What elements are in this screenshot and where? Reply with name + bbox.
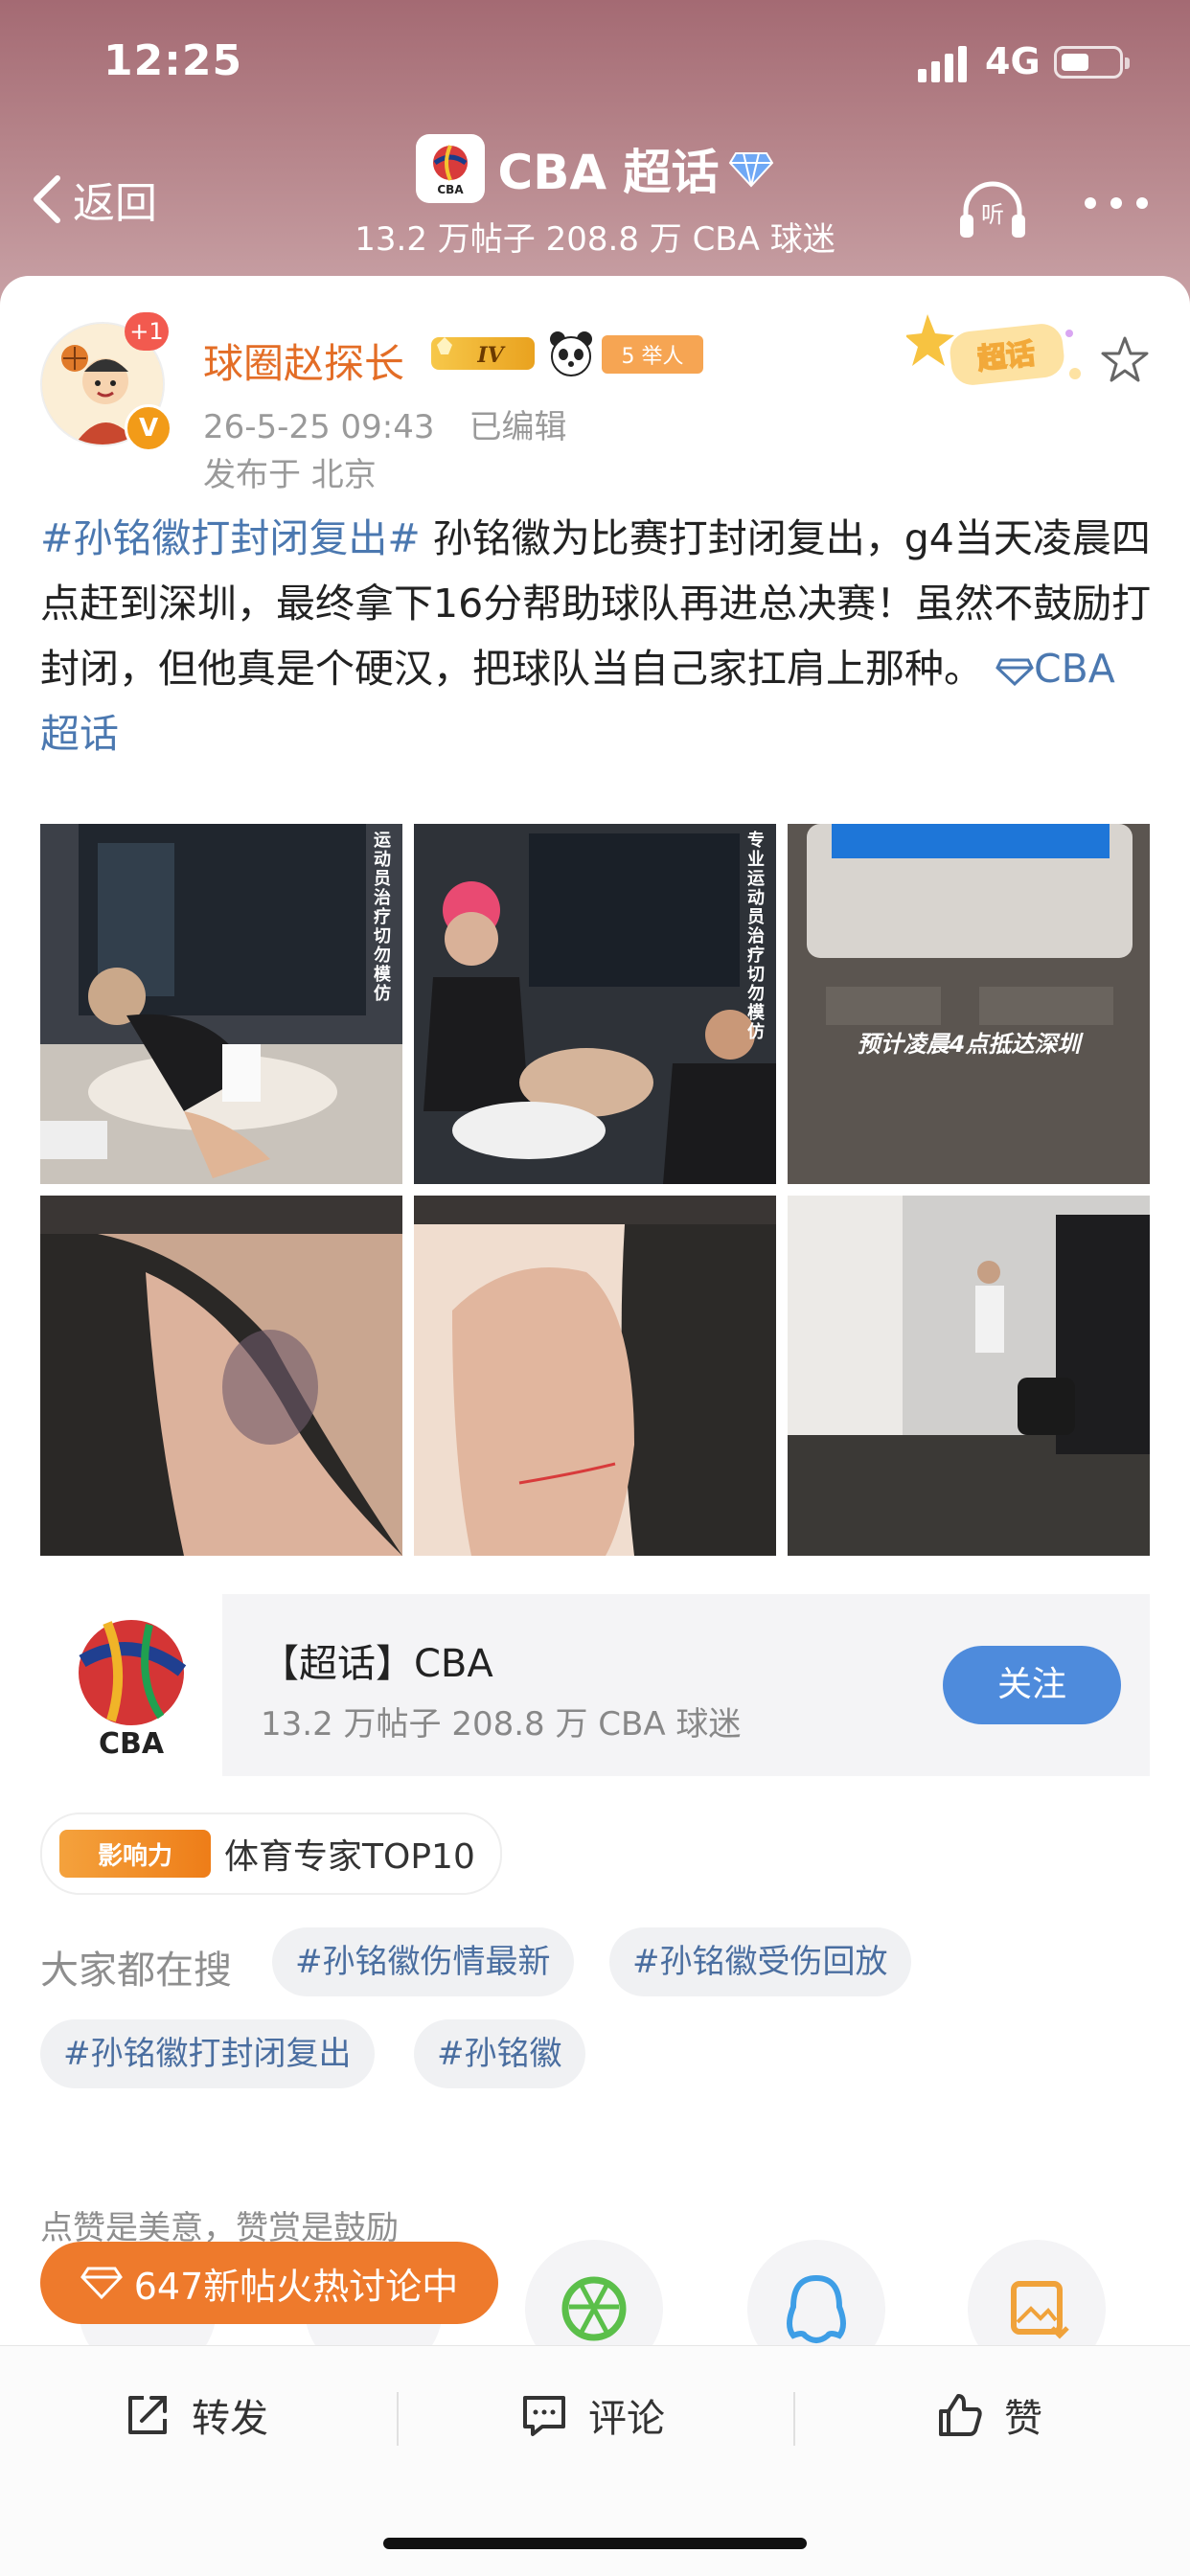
panda-icon bbox=[550, 331, 592, 376]
page-title: CBA 超话 bbox=[497, 145, 720, 200]
level-badge: IV bbox=[431, 337, 535, 370]
post-body: #孙铭徽打封闭复出# 孙铭徽为比赛打封闭复出，g4当天凌晨四点赶到深圳，最终拿下… bbox=[40, 506, 1152, 766]
photo-2[interactable]: 专业运动员治疗 切勿模仿 bbox=[414, 824, 776, 1184]
follow-button[interactable]: 关注 bbox=[943, 1646, 1121, 1724]
network-type: 4G bbox=[985, 40, 1041, 82]
username[interactable]: 球圈赵探长 bbox=[203, 331, 404, 390]
verified-badge: V bbox=[125, 404, 172, 452]
cba-logo: CBA bbox=[415, 134, 485, 203]
status-bar: 12:25 4G bbox=[0, 0, 1190, 125]
topic-stats: 13.2 万帖子 208.8 万 CBA 球迷 bbox=[261, 1705, 742, 1744]
battery-icon bbox=[1054, 46, 1130, 79]
favorite-star-icon[interactable] bbox=[1100, 335, 1150, 383]
status-time: 12:25 bbox=[103, 36, 243, 85]
svg-text:CBA: CBA bbox=[99, 1727, 165, 1757]
trending-search-label: 大家都在搜 bbox=[40, 1949, 232, 1993]
diamond-icon bbox=[80, 2267, 123, 2300]
topic-cba-logo: CBA bbox=[40, 1594, 222, 1776]
post-location: 发布于 北京 bbox=[203, 456, 377, 494]
photo-4[interactable] bbox=[40, 1196, 402, 1556]
hot-discussion-label: 647新帖火热讨论中 bbox=[133, 2265, 459, 2308]
comment-label: 评论 bbox=[588, 2397, 665, 2441]
search-chip[interactable]: #孙铭徽受伤回放 bbox=[609, 1927, 911, 1996]
signal-icon bbox=[918, 46, 967, 82]
hashtag-link[interactable]: #孙铭徽打封闭复出# bbox=[40, 515, 421, 561]
photo-1[interactable]: 运动员治疗 切勿模仿 bbox=[40, 824, 402, 1184]
topic-title: 【超话】CBA bbox=[261, 1642, 493, 1686]
listen-headphones-icon[interactable]: 听 bbox=[956, 174, 1029, 247]
svg-text:CBA: CBA bbox=[437, 183, 464, 195]
diamond-icon bbox=[995, 658, 1034, 687]
divider bbox=[793, 2392, 795, 2446]
edited-label: 已编辑 bbox=[469, 408, 567, 446]
like-label: 赞 bbox=[1004, 2397, 1042, 2441]
post-timestamp: 26-5-25 09:43 bbox=[203, 408, 435, 446]
photo-6[interactable] bbox=[788, 1196, 1150, 1556]
photo-3[interactable]: 预计凌晨4点抵达深圳 bbox=[788, 824, 1150, 1184]
search-chip[interactable]: #孙铭徽伤情最新 bbox=[272, 1927, 574, 1996]
hot-discussion-pill[interactable]: 647新帖火热讨论中 bbox=[40, 2242, 498, 2324]
influence-badge[interactable]: 影响力 体育专家TOP10 bbox=[40, 1812, 502, 1895]
post-meta: 26-5-25 09:43 已编辑 bbox=[203, 400, 567, 447]
photo-caption: 预计凌晨4点抵达深圳 bbox=[857, 1031, 1081, 1058]
photo-overlay-text: 专业运动员治疗 切勿模仿 bbox=[747, 831, 765, 1042]
more-options-icon[interactable] bbox=[1083, 194, 1150, 213]
bottom-action-bar: 转发 评论 赞 bbox=[0, 2345, 1190, 2576]
influence-rank: 体育专家TOP10 bbox=[224, 1837, 475, 1877]
repost-label: 转发 bbox=[192, 2397, 268, 2441]
rank-badge: 5 举人 bbox=[602, 335, 703, 374]
diamond-icon bbox=[729, 152, 774, 188]
comment-icon bbox=[523, 2396, 565, 2436]
like-button[interactable]: 赞 bbox=[935, 2381, 1042, 2450]
repost-button[interactable]: 转发 bbox=[123, 2381, 268, 2450]
search-chip[interactable]: #孙铭徽 bbox=[414, 2019, 585, 2088]
topic-card[interactable]: CBA 【超话】CBA 13.2 万帖子 208.8 万 CBA 球迷 关注 bbox=[40, 1594, 1150, 1776]
nav-bar: 返回 CBA CBA 超话 13.2 万帖子 208.8 万 CBA 球迷 听 bbox=[0, 125, 1190, 268]
post-card: +1 V 球圈赵探长 IV 5 举人 26-5-25 09:43 已编辑 发布于 … bbox=[0, 276, 1190, 2378]
search-chip[interactable]: #孙铭徽打封闭复出 bbox=[40, 2019, 375, 2088]
photo-overlay-text: 运动员治疗 切勿模仿 bbox=[374, 831, 391, 1004]
notification-badge: +1 bbox=[125, 312, 169, 351]
photo-5[interactable] bbox=[414, 1196, 776, 1556]
svg-text:听: 听 bbox=[981, 201, 1004, 228]
home-indicator bbox=[383, 2538, 807, 2549]
svg-text:超话: 超话 bbox=[976, 337, 1037, 376]
svg-text:IV: IV bbox=[476, 343, 505, 368]
chaohua-sticker-icon: 超话 bbox=[906, 314, 1081, 385]
share-icon bbox=[128, 2396, 167, 2434]
influence-label: 影响力 bbox=[59, 1830, 211, 1878]
comment-button[interactable]: 评论 bbox=[519, 2381, 665, 2450]
divider bbox=[397, 2392, 399, 2446]
thumbs-up-icon bbox=[939, 2394, 982, 2436]
